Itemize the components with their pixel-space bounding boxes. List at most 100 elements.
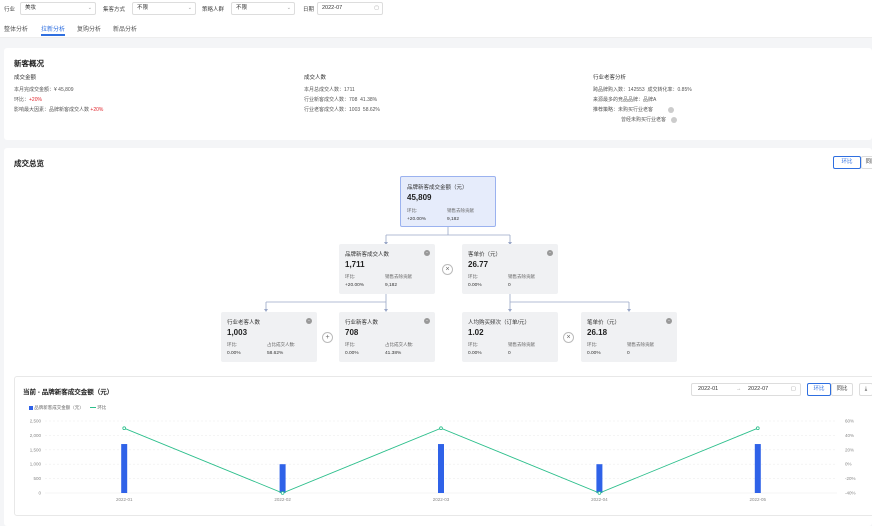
collection-label: 集客方式 (103, 7, 126, 13)
trend-mom-button[interactable]: 环比 (807, 383, 831, 396)
deal-amount-mom-label: 环比： (14, 97, 30, 103)
line-point (755, 426, 760, 431)
deal-amount-heading: 成交金额 (14, 75, 37, 81)
node-title: 行业新客人数 (345, 320, 379, 326)
node-value-share: 58.62% (267, 351, 284, 356)
chart-legend: 品牌新客成交金额（元） 环比 (29, 405, 106, 411)
node-title: 行业老客人数 (227, 320, 261, 326)
node-title: 客单价（元） (468, 252, 502, 258)
deal-people-heading: 成交人数 (304, 75, 327, 81)
cross-brand-value: 142553 (628, 87, 645, 93)
x-tick-label: 2022-04 (591, 497, 608, 502)
node-title: 笔单价（元） (587, 320, 621, 326)
industry-block: 行业老客分析 跨品牌购入数：142553 成交转化率：0.85% 来源最多的竞品… (593, 74, 692, 124)
bar (596, 464, 603, 493)
new-people-value: 708 (349, 97, 358, 103)
node-value-mom: 0.00% (587, 351, 601, 356)
node-value-contrib: 9,182 (385, 283, 398, 288)
conversion-label: 成交转化率： (647, 87, 678, 93)
node-value: 1,711 (345, 260, 365, 269)
date-start: 2022-01 (698, 386, 719, 392)
info-icon[interactable] (668, 106, 675, 113)
tab-repurchase[interactable]: 复购分析 (77, 24, 101, 33)
node-value-contrib: 0 (627, 351, 630, 356)
cross-brand-label: 跨品牌购入数： (593, 87, 629, 93)
node-value-mom: 0.00% (468, 283, 482, 288)
new-people-pct: 41.38% (360, 97, 378, 103)
minus-icon[interactable]: − (424, 250, 430, 256)
y-left-tick-label: 1,000 (30, 462, 42, 467)
node-value: 1,003 (227, 328, 248, 337)
info-icon[interactable] (671, 116, 678, 123)
tab-bar: 整体分析 拉新分析 复购分析 新品分析 (0, 18, 872, 38)
collection-value: 不限 (137, 5, 149, 11)
old-people-value: 1003 (349, 107, 361, 113)
node-brand-new-people[interactable]: 品牌新客成交人数 − 1,711 环比: 销售去除贡献 +20.00% 9,18… (339, 244, 435, 294)
deal-people-block: 成交人数 本月总成交人数：1711 行业新客成交人数：708 41.38% 行业… (304, 74, 380, 114)
summary-card: 成交总览 环比 同比 品牌新客成交金额（元） 45,809 环比: 销售去除 (4, 148, 872, 526)
old-people-label: 行业老客成交人数： (304, 107, 350, 113)
trend-chart: 2,500 2,000 1,500 1,000 500 0 60% 40% 20% 0% -20% -… (30, 419, 856, 503)
industry-heading: 行业老客分析 (593, 75, 627, 81)
node-label-share: 占比成交人数: (385, 342, 414, 347)
minus-icon[interactable]: − (547, 250, 553, 256)
strategy-value-2: 曾经未购买行业老客 (621, 117, 667, 123)
minus-icon[interactable]: − (666, 318, 672, 324)
bar (121, 444, 128, 493)
legend-line-label: 环比 (97, 405, 107, 410)
industry-value: 美妆 (25, 5, 37, 11)
trend-title: 当前 - 品牌新客成交金额（元） (23, 389, 114, 396)
node-value: 26.77 (468, 260, 489, 269)
multiply-icon: × (563, 332, 574, 343)
node-value: 1.02 (468, 328, 484, 337)
chevron-down-icon: ⌄ (87, 5, 92, 11)
plus-icon: + (322, 332, 333, 343)
tab-acquisition[interactable]: 拉新分析 (41, 24, 66, 36)
download-icon[interactable]: ⤓ (859, 383, 872, 396)
node-order-price[interactable]: 笔单价（元） − 26.18 环比: 销售去除贡献 0.00% 0 (581, 312, 677, 362)
trend-yoy-button[interactable]: 同比 (831, 383, 853, 396)
x-tick-label: 2022-02 (274, 497, 291, 502)
deal-amount-label: 本月完成交金额： (14, 87, 55, 93)
node-new-customers[interactable]: 行业新客人数 − 708 环比: 占比成交人数: 0.00% 41.38% (339, 312, 435, 362)
minus-icon[interactable]: − (424, 318, 430, 324)
node-label-mom: 环比: (587, 342, 598, 347)
tab-new-product[interactable]: 新品分析 (113, 24, 137, 33)
node-purchase-frequency[interactable]: 人均购买频次（订单/元） 1.02 环比: 销售去除贡献 0.00% 0 (462, 312, 558, 362)
overview-title: 新客概况 (14, 59, 44, 68)
y-right-tick-label: 0% (845, 462, 852, 467)
legend-bar-label: 品牌新客成交金额（元） (34, 405, 84, 410)
node-value-mom: 0.00% (345, 351, 359, 356)
node-label-mom: 环比: (407, 208, 418, 213)
line-point (597, 491, 602, 495)
x-tick-label: 2022-05 (750, 497, 767, 502)
strategist-select[interactable]: 不限 ⌄ (231, 2, 295, 15)
collection-select[interactable]: 不限 ⌄ (132, 2, 196, 15)
node-brand-new-amount[interactable]: 品牌新客成交金额（元） 45,809 环比: 销售去除贡献 +20.00% 9,… (400, 176, 496, 227)
y-right-tick-label: -20% (845, 476, 856, 481)
node-value-mom: +20.00% (407, 217, 427, 222)
y-left-tick-label: 0 (38, 491, 41, 496)
trend-date-range[interactable]: 2022-01 → 2022-07 ▢ (691, 383, 801, 396)
line-point (439, 426, 443, 431)
node-unit-price[interactable]: 客单价（元） − 26.77 环比: 销售去除贡献 0.00% 0 (462, 244, 558, 294)
y-left-tick-label: 1,500 (30, 447, 42, 452)
strategy-label: 推荐策略： (593, 107, 619, 113)
node-value-contrib: 0 (508, 351, 511, 356)
new-people-label: 行业新客成交人数： (304, 97, 350, 103)
y-left-tick-label: 2,500 (30, 419, 42, 424)
node-old-customers[interactable]: 行业老客人数 − 1,003 环比: 占比成交人数: 0.00% 58.62% (221, 312, 317, 362)
minus-icon[interactable]: − (306, 318, 312, 324)
industry-select[interactable]: 美妆 ⌄ (20, 2, 96, 15)
legend-bar-swatch (29, 405, 33, 410)
tab-overall[interactable]: 整体分析 (4, 24, 28, 33)
strategist-value: 不限 (236, 5, 248, 11)
date-picker[interactable]: 2022-07 ▢ (317, 2, 383, 15)
node-label-share: 占比成交人数: (267, 342, 296, 347)
node-title: 人均购买频次（订单/元） (468, 320, 531, 326)
y-right-tick-label: 40% (845, 433, 854, 438)
chevron-down-icon: ⌄ (187, 5, 192, 11)
deal-amount-mom-value: +20% (29, 97, 42, 103)
node-label-mom: 环比: (345, 342, 356, 347)
top-competitor-value: 品牌A (643, 97, 657, 103)
